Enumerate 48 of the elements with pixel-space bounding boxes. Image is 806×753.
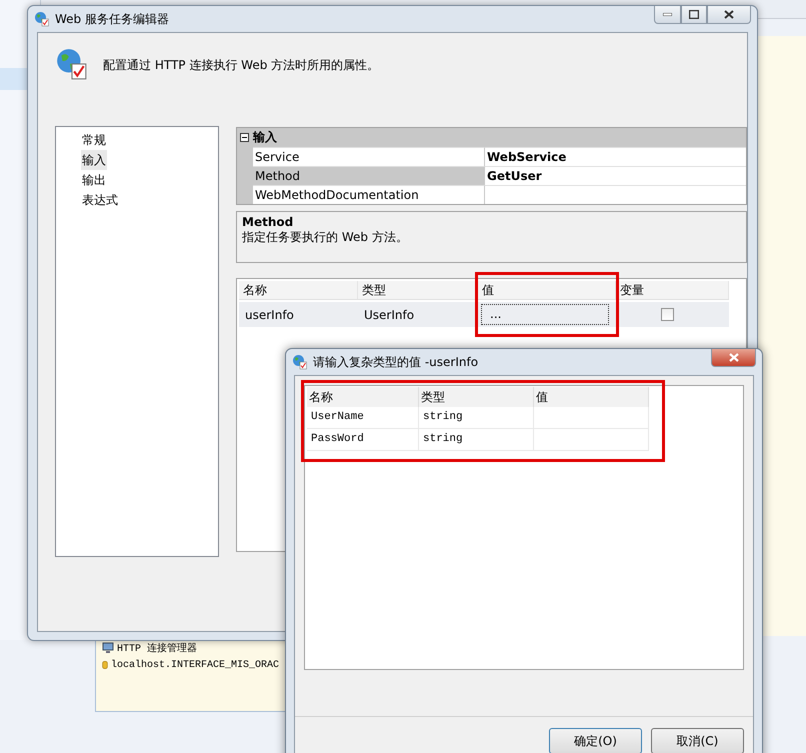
database-icon [102, 658, 108, 672]
property-name[interactable]: WebMethodDocumentation [253, 185, 485, 204]
page-list-item[interactable]: 输出 [81, 170, 107, 190]
collapse-icon[interactable] [240, 133, 249, 142]
connection-item[interactable]: localhost.INTERFACE_MIS_ORAC [110, 660, 279, 670]
close-button[interactable] [707, 6, 751, 24]
variable-checkbox[interactable] [661, 308, 674, 321]
maximize-button[interactable] [681, 6, 707, 24]
page-list-item[interactable]: 常规 [81, 130, 107, 150]
computer-icon [102, 642, 114, 654]
value-edit-button[interactable]: ... [481, 304, 609, 325]
table-row[interactable]: userInfo UserInfo ... [239, 302, 729, 327]
column-header[interactable]: 名称 [307, 387, 419, 407]
window-title: Web 服务任务编辑器 [55, 10, 170, 28]
column-header[interactable]: 类型 [358, 281, 478, 299]
close-icon [728, 353, 738, 362]
property-value[interactable]: GetUser [485, 166, 746, 185]
table-cell-text: UserInfo [363, 308, 416, 322]
category-label: 输入 [253, 129, 277, 146]
column-header[interactable]: 值 [534, 387, 649, 407]
minimize-button[interactable] [654, 6, 681, 24]
ok-button[interactable]: 确定(O) [549, 728, 642, 753]
table-cell: string [419, 407, 534, 428]
column-header[interactable]: 名称 [239, 281, 358, 299]
column-header[interactable]: 值 [478, 281, 616, 299]
table-cell: PassWord [307, 429, 419, 450]
cancel-button[interactable]: 取消(C) [651, 728, 744, 753]
connection-item[interactable]: HTTP 连接管理器 [117, 641, 198, 655]
help-text: 指定任务要执行的 Web 方法。 [242, 229, 409, 246]
property-name[interactable]: Service [253, 147, 485, 166]
globe-check-icon [34, 11, 50, 27]
help-title: Method [242, 215, 294, 229]
close-button[interactable] [711, 349, 756, 367]
maximize-icon [689, 10, 699, 19]
page-list-item[interactable]: 表达式 [81, 190, 119, 210]
property-value[interactable]: WebService [485, 147, 746, 166]
column-header[interactable]: 变量 [616, 281, 729, 299]
table-cell-text: userInfo [244, 308, 295, 322]
minimize-icon [663, 13, 672, 16]
table-cell: UserName [307, 407, 419, 428]
close-icon [724, 10, 734, 19]
globe-check-icon [292, 354, 308, 370]
globe-check-icon [55, 47, 89, 81]
dialog-title: 请输入复杂类型的值 -userInfo [313, 354, 480, 370]
table-cell: string [419, 429, 534, 450]
column-header[interactable]: 类型 [419, 387, 534, 407]
page-list-item[interactable]: 输入 [81, 150, 107, 170]
description-text: 配置通过 HTTP 连接执行 Web 方法时所用的属性。 [103, 57, 380, 74]
